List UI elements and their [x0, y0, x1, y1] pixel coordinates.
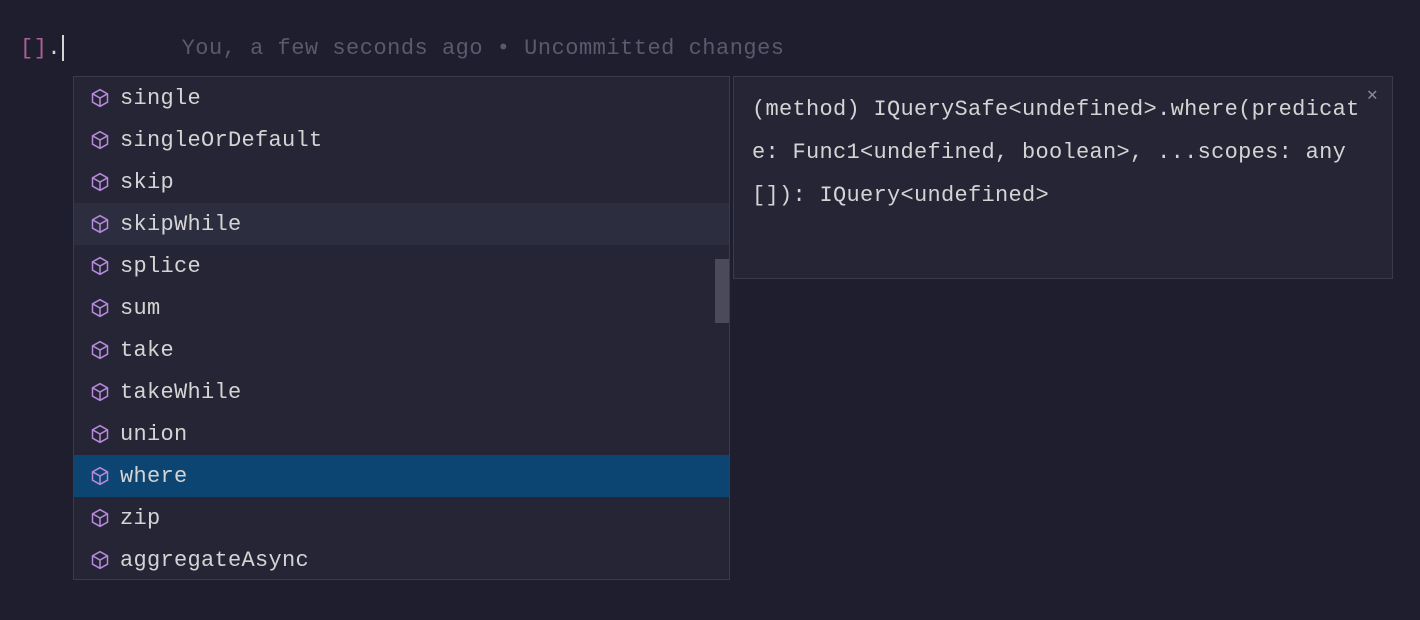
method-icon — [90, 424, 110, 444]
editor-line: [] . You, a few seconds ago • Uncommitte… — [20, 35, 785, 61]
autocomplete-item-label: singleOrDefault — [120, 128, 323, 153]
code-dot: . — [47, 36, 60, 61]
autocomplete-item[interactable]: zip — [74, 497, 729, 539]
method-icon — [90, 172, 110, 192]
autocomplete-list[interactable]: single singleOrDefault skip skipWhile sp… — [74, 77, 729, 579]
autocomplete-item[interactable]: takeWhile — [74, 371, 729, 413]
autocomplete-item[interactable]: singleOrDefault — [74, 119, 729, 161]
close-icon[interactable]: ✕ — [1367, 87, 1378, 105]
method-icon — [90, 214, 110, 234]
autocomplete-item-label: union — [120, 422, 188, 447]
autocomplete-item[interactable]: union — [74, 413, 729, 455]
autocomplete-item[interactable]: sum — [74, 287, 729, 329]
scrollbar-thumb[interactable] — [715, 259, 729, 323]
autocomplete-item[interactable]: single — [74, 77, 729, 119]
autocomplete-item[interactable]: splice — [74, 245, 729, 287]
autocomplete-item[interactable]: skip — [74, 161, 729, 203]
code-brackets: [] — [20, 36, 47, 61]
method-icon — [90, 88, 110, 108]
autocomplete-item[interactable]: take — [74, 329, 729, 371]
autocomplete-item[interactable]: aggregateAsync — [74, 539, 729, 579]
autocomplete-item-label: aggregateAsync — [120, 548, 309, 573]
autocomplete-item-label: single — [120, 86, 201, 111]
autocomplete-item-label: sum — [120, 296, 161, 321]
method-icon — [90, 466, 110, 486]
autocomplete-item-label: splice — [120, 254, 201, 279]
git-blame-annotation: You, a few seconds ago • Uncommitted cha… — [182, 36, 785, 61]
method-icon — [90, 508, 110, 528]
documentation-popup: ✕ (method) IQuerySafe<undefined>.where(p… — [733, 76, 1393, 279]
method-icon — [90, 256, 110, 276]
autocomplete-item[interactable]: where — [74, 455, 729, 497]
method-icon — [90, 298, 110, 318]
autocomplete-item-label: take — [120, 338, 174, 363]
autocomplete-item-label: where — [120, 464, 188, 489]
documentation-content: (method) IQuerySafe<undefined>.where(pre… — [752, 89, 1374, 218]
method-icon — [90, 130, 110, 150]
autocomplete-item-label: skipWhile — [120, 212, 242, 237]
method-icon — [90, 382, 110, 402]
method-icon — [90, 550, 110, 570]
method-icon — [90, 340, 110, 360]
autocomplete-item-label: takeWhile — [120, 380, 242, 405]
autocomplete-item-label: zip — [120, 506, 161, 531]
autocomplete-item-label: skip — [120, 170, 174, 195]
text-cursor — [62, 35, 64, 61]
autocomplete-popup: single singleOrDefault skip skipWhile sp… — [73, 76, 730, 580]
autocomplete-item[interactable]: skipWhile — [74, 203, 729, 245]
